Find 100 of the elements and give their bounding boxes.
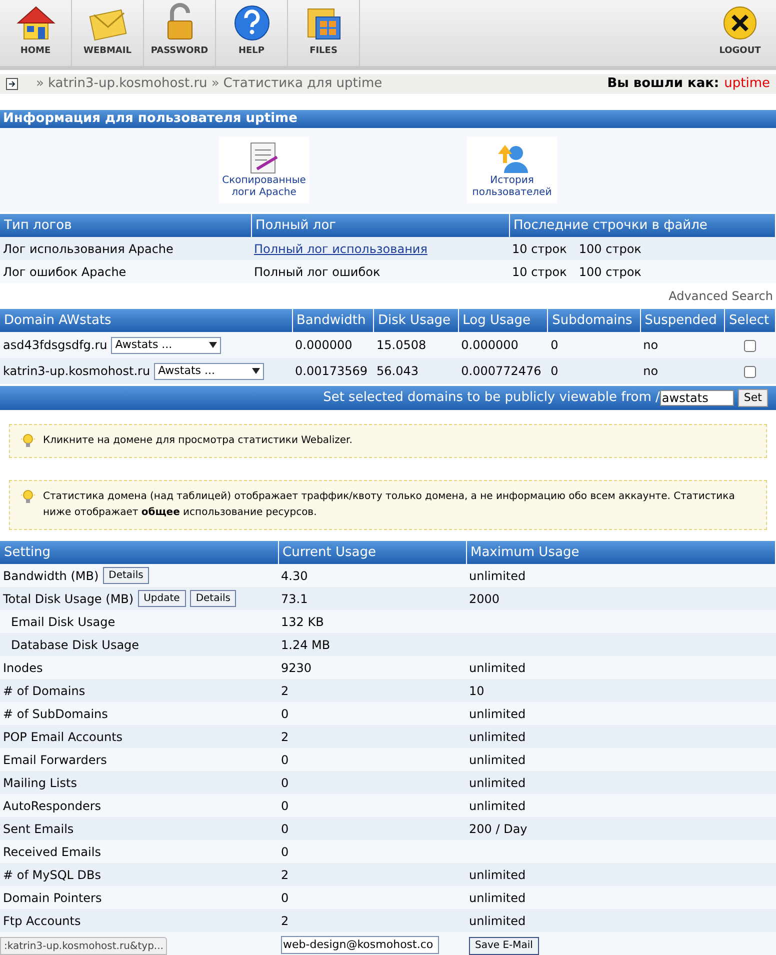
setting-label: AutoResponders	[3, 798, 102, 814]
maximum-usage: unlimited	[469, 798, 526, 812]
column-header: Domain AWstats	[0, 309, 292, 332]
setting-label: Inodes	[3, 660, 43, 676]
shortcut-label: Скопированные логи Apache	[221, 175, 307, 199]
maximum-usage: 200 / Day	[469, 822, 528, 836]
setting-label: # of MySQL DBs	[3, 866, 101, 884]
lines-link[interactable]: 10 строк	[512, 240, 567, 258]
note-text: Статистика домена (над таблицей) отображает траффик/квоту только домена, а не информацию обо всем аккаунте. Статистика ниже отображает общее использование ресурсов.	[43, 490, 736, 520]
current-usage: 0	[281, 752, 289, 766]
dropdown-arrow-icon	[209, 342, 218, 348]
maximum-usage: unlimited	[469, 890, 526, 904]
expand-icon[interactable]	[6, 78, 18, 90]
column-header: Select	[724, 309, 776, 332]
lines-link[interactable]: 100 строк	[578, 240, 642, 258]
table-cell: 0.000000	[292, 332, 374, 358]
setting-label: Received Emails	[3, 844, 101, 860]
maximum-usage: 2000	[469, 592, 500, 606]
save-email-button[interactable]: Save E-Mail	[469, 936, 539, 954]
column-header: Log Usage	[458, 309, 548, 332]
column-header: Subdomains	[548, 309, 640, 332]
maximum-usage: unlimited	[469, 660, 526, 674]
table-cell: Лог ошибок Apache	[0, 260, 251, 283]
table-cell: 0.000772476	[458, 358, 548, 384]
status-tooltip: :katrin3-up.kosmohost.ru&typ...	[0, 937, 168, 955]
setting-label: Sent Emails	[3, 820, 74, 838]
table-button[interactable]: Details	[190, 590, 236, 607]
toolbar-button[interactable]: WEBMAIL	[72, 0, 144, 66]
current-usage: 132 KB	[281, 614, 324, 628]
lines-link[interactable]: 100 строк	[578, 262, 642, 280]
toolbar-button[interactable]: FILES	[288, 0, 360, 66]
setting-label: Email Disk Usage	[10, 614, 116, 630]
maximum-usage: unlimited	[469, 752, 526, 766]
breadcrumb-separator: »	[36, 75, 44, 94]
current-usage: 0	[281, 890, 289, 904]
table-cell: 0.000000	[458, 332, 548, 358]
lightbulb-icon	[21, 433, 35, 449]
column-header: Maximum Usage	[466, 541, 776, 564]
current-usage: 0	[281, 798, 289, 812]
breadcrumb-link[interactable]: Статистика для uptime	[223, 74, 382, 94]
current-usage: 2	[281, 868, 289, 882]
current-usage: 2	[281, 684, 289, 698]
table-cell: no	[640, 332, 724, 358]
table-cell: 0	[548, 332, 640, 358]
breadcrumb-link[interactable]: katrin3-up.kosmohost.ru	[48, 74, 208, 94]
shortcut-button[interactable]: Скопированные логи Apache	[219, 137, 309, 203]
set-button[interactable]: Set	[738, 389, 768, 407]
logout-button[interactable]: LOGOUT	[704, 0, 776, 66]
current-usage: 0	[281, 706, 289, 720]
toolbar-button[interactable]: HOME	[0, 0, 72, 66]
maximum-usage: 10	[469, 684, 484, 698]
toolbar-button[interactable]: PASSWORD	[144, 0, 216, 66]
setting-label: # of Domains	[3, 682, 86, 700]
maximum-usage: unlimited	[469, 914, 526, 928]
table-cell: 56.043	[374, 358, 458, 384]
setting-label: Email Forwarders	[3, 752, 107, 768]
shortcut-label: История пользователей	[471, 175, 553, 199]
table-cell: 15.0508	[374, 332, 458, 358]
maximum-usage: unlimited	[469, 706, 526, 720]
table-button[interactable]: Update	[138, 590, 186, 607]
note-text: Кликните на домене для просмотра статистики Webalizer.	[43, 434, 352, 448]
column-header: Suspended	[640, 309, 724, 332]
toolbar-button[interactable]: HELP	[216, 0, 288, 66]
logged-in-label: Вы вошли как:	[607, 75, 720, 94]
current-usage: 1.24 MB	[281, 638, 330, 652]
log-link[interactable]: Полный лог использования	[254, 242, 428, 256]
table-cell: 0	[548, 358, 640, 384]
shortcut-button[interactable]: История пользователей	[467, 137, 557, 203]
select-checkbox[interactable]	[744, 340, 756, 352]
setting-label: Bandwidth (MB)	[3, 568, 99, 584]
public-view-label: Set selected domains to be publicly viewable from /	[323, 389, 660, 408]
current-usage: 2	[281, 730, 289, 744]
domain-name: asd43fdsgsdfg.ru	[3, 337, 108, 354]
stats-dropdown[interactable]: Awstats ...	[154, 362, 264, 380]
setting-label: POP Email Accounts	[3, 728, 123, 746]
stats-dropdown[interactable]: Awstats ...	[111, 336, 222, 354]
setting-label: Mailing Lists	[3, 774, 77, 792]
current-usage: 0	[281, 844, 289, 858]
table-cell: 0.00173569	[292, 358, 374, 384]
path-field[interactable]: awstats	[660, 390, 734, 406]
setting-label: Ftp Accounts	[3, 912, 81, 930]
maximum-usage: unlimited	[469, 730, 526, 744]
table-button[interactable]: Details	[102, 567, 150, 584]
select-checkbox[interactable]	[744, 366, 756, 378]
column-header: Последние строчки в файле	[509, 214, 776, 237]
maximum-usage: unlimited	[469, 568, 526, 582]
maximum-usage: unlimited	[469, 868, 526, 882]
current-usage: 4.30	[281, 568, 308, 582]
lines-link[interactable]: 10 строк	[512, 262, 567, 280]
setting-label: Database Disk Usage	[10, 636, 140, 654]
current-usage: 73.1	[281, 592, 308, 606]
breadcrumb-separator: »	[211, 75, 220, 94]
domain-name: katrin3-up.kosmohost.ru	[3, 363, 150, 380]
column-header: Disk Usage	[374, 309, 458, 332]
advanced-search-link[interactable]: Advanced Search	[668, 287, 773, 305]
section-header: Информация для пользователя uptime	[0, 110, 776, 128]
lightbulb-icon	[21, 489, 35, 505]
table-cell: no	[640, 358, 724, 384]
email-field[interactable]: web-design@kosmohost.co	[281, 936, 439, 954]
current-usage: 0	[281, 776, 289, 790]
